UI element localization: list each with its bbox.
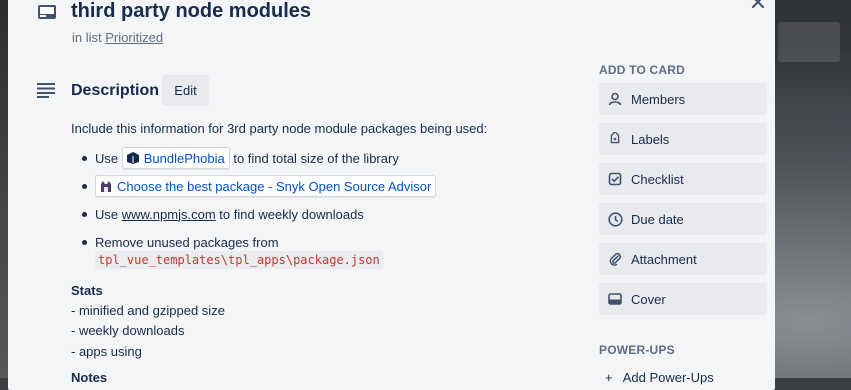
stats-heading: Stats [71, 283, 103, 298]
close-icon[interactable] [750, 0, 766, 10]
bullet-icon [82, 184, 87, 189]
label-icon [610, 132, 620, 144]
bullet-text: to find weekly downloads [219, 206, 364, 222]
card-detail-modal: third party node modules in list Priorit… [8, 0, 775, 390]
description-icon [37, 83, 55, 98]
snyk-advisor-link-label: Choose the best package - Snyk Open Sour… [117, 178, 432, 194]
snyk-advisor-link[interactable]: Choose the best package - Snyk Open Sour… [95, 175, 437, 197]
checklist-icon [608, 172, 622, 186]
cover-icon [608, 293, 622, 305]
attachment-button-label: Attachment [631, 251, 697, 267]
bundlephobia-link-label: BundlePhobia [143, 150, 225, 166]
description-heading: Description [71, 82, 160, 99]
bullet-text: Use [95, 150, 119, 166]
bundlephobia-link[interactable]: BundlePhobia [121, 147, 230, 169]
cover-button-label: Cover [631, 291, 666, 307]
power-ups-heading: POWER-UPS [599, 343, 675, 357]
paperclip-icon [609, 252, 622, 266]
description-intro: Include this information for 3rd party n… [71, 121, 488, 136]
card-icon [38, 5, 56, 19]
bullet-text: Remove unused packages from [95, 234, 279, 250]
in-list-prefix: in list [72, 30, 102, 45]
package-json-path: tpl_vue_templates\tpl_apps\package.json [95, 251, 383, 269]
checklist-button[interactable]: Checklist [599, 163, 767, 195]
person-icon [608, 92, 622, 106]
npmjs-link[interactable]: www.npmjs.com [122, 207, 216, 222]
stats-line: - weekly downloads [71, 323, 185, 338]
board-background-left [0, 0, 8, 378]
bundlephobia-icon [126, 152, 139, 164]
stats-line: - minified and gzipped size [71, 303, 225, 318]
bullet-icon [82, 156, 87, 161]
labels-button[interactable]: Labels [599, 123, 767, 155]
members-button-label: Members [631, 91, 686, 107]
stats-line: - apps using [71, 344, 142, 359]
add-to-card-heading: ADD TO CARD [599, 63, 685, 77]
attachment-button[interactable]: Attachment [599, 243, 767, 275]
card-title[interactable]: third party node modules [71, 0, 311, 23]
members-button[interactable]: Members [599, 83, 767, 115]
card-list-info: in list Prioritized [72, 30, 163, 45]
checklist-button-label: Checklist [631, 171, 684, 187]
due-date-button-label: Due date [631, 211, 684, 227]
due-date-button[interactable]: Due date [599, 203, 767, 235]
bullet-icon [82, 240, 87, 245]
cover-button[interactable]: Cover [599, 283, 767, 315]
bullet-text: Use [95, 206, 119, 222]
labels-button-label: Labels [631, 131, 670, 147]
snyk-icon [101, 181, 111, 192]
clock-icon [607, 211, 623, 227]
list-name-link[interactable]: Prioritized [105, 30, 163, 45]
bullet-text: to find total size of the library [233, 150, 399, 166]
edit-description-button[interactable]: Edit [162, 75, 209, 106]
board-list-header [778, 22, 840, 62]
bullet-icon [82, 212, 87, 217]
